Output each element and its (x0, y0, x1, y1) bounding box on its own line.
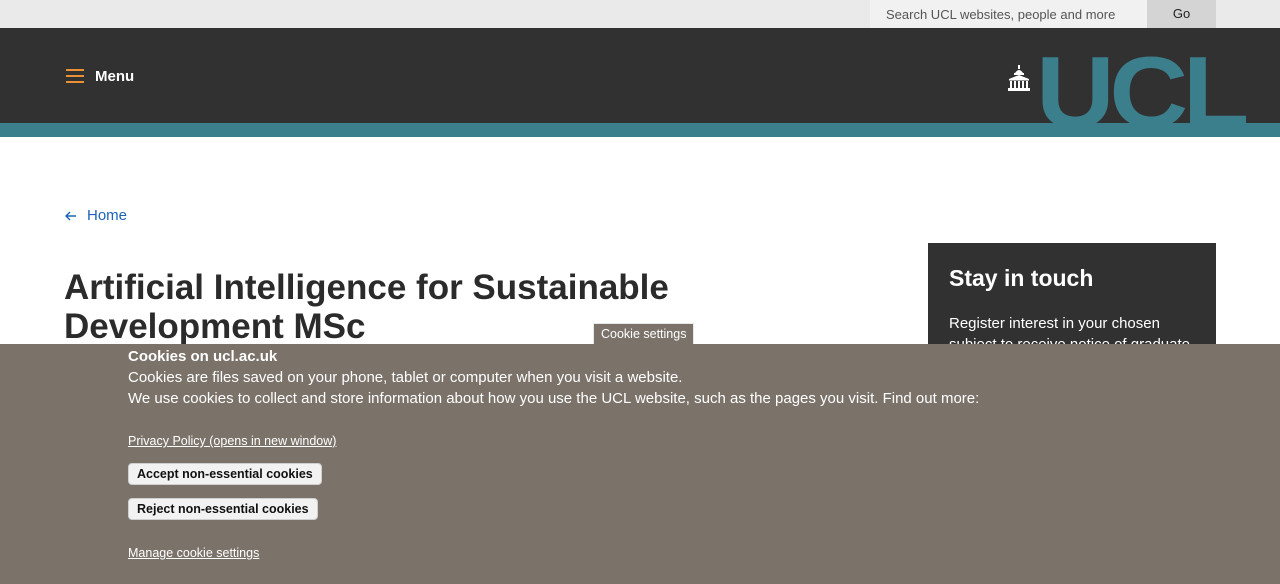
portico-icon (1008, 65, 1030, 91)
brand-stripe (0, 123, 1280, 137)
reject-cookies-button[interactable]: Reject non-essential cookies (128, 498, 318, 520)
cookie-banner: Cookies on ucl.ac.uk Cookies are files s… (0, 344, 1280, 584)
site-header: Menu UCL (0, 28, 1280, 144)
manage-cookie-settings-link[interactable]: Manage cookie settings (128, 546, 259, 560)
arrow-left-icon (65, 211, 76, 220)
hamburger-icon (66, 69, 84, 83)
breadcrumb: Home (64, 207, 127, 224)
cookie-usage-text: We use cookies to collect and store info… (128, 390, 980, 407)
search-input[interactable] (870, 0, 1147, 28)
menu-button[interactable]: Menu (66, 67, 134, 85)
utility-bar: Go (0, 0, 1280, 28)
privacy-policy-link[interactable]: Privacy Policy (opens in new window) (128, 434, 336, 448)
stay-in-touch-title: Stay in touch (949, 265, 1094, 291)
cookie-description: Cookies are files saved on your phone, t… (128, 369, 683, 386)
menu-label: Menu (95, 67, 135, 85)
cookie-heading: Cookies on ucl.ac.uk (128, 348, 278, 365)
search-go-button[interactable]: Go (1147, 0, 1216, 28)
accept-cookies-button[interactable]: Accept non-essential cookies (128, 463, 322, 485)
breadcrumb-home-link[interactable]: Home (87, 207, 127, 224)
cookie-settings-tab[interactable]: Cookie settings (593, 323, 695, 345)
